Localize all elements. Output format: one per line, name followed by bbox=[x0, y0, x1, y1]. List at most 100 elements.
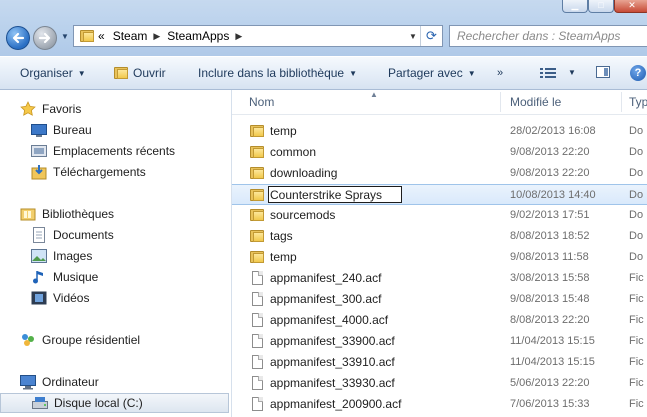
file-icon bbox=[249, 396, 265, 412]
folder-row[interactable]: tags 8/08/2013 18:52 Do bbox=[232, 226, 647, 247]
file-row[interactable]: appmanifest_33910.acf 11/04/2013 15:15 Fic bbox=[232, 352, 647, 373]
nav-item-desktop[interactable]: Bureau bbox=[0, 120, 92, 140]
nav-item-libraries[interactable]: Bibliothèques bbox=[0, 204, 114, 224]
nav-item-images[interactable]: Images bbox=[0, 246, 92, 266]
file-row[interactable]: appmanifest_240.acf 3/08/2013 15:58 Fic bbox=[232, 268, 647, 289]
homegroup-icon bbox=[20, 332, 36, 348]
open-button[interactable]: Ouvrir bbox=[114, 57, 166, 89]
minimize-button[interactable]: ▁ bbox=[562, 0, 588, 13]
folder-row[interactable]: temp 9/08/2013 11:58 Do bbox=[232, 247, 647, 268]
chevron-right-icon[interactable]: ▶ bbox=[153, 31, 160, 42]
nav-label: Bibliothèques bbox=[42, 207, 115, 221]
column-header-modified[interactable]: Modifié le bbox=[510, 90, 561, 114]
file-name: tags bbox=[270, 229, 293, 243]
column-divider[interactable] bbox=[500, 92, 501, 112]
recent-pages-button[interactable]: ▼ bbox=[60, 30, 70, 44]
folder-icon bbox=[249, 207, 265, 223]
file-icon bbox=[249, 291, 265, 307]
file-modified-date: 11/04/2013 15:15 bbox=[510, 356, 595, 368]
rename-input[interactable]: Counterstrike Sprays bbox=[268, 186, 402, 203]
include-label: Inclure dans la bibliothèque bbox=[198, 66, 345, 80]
breadcrumb-steam[interactable]: Steam bbox=[113, 29, 148, 43]
nav-label: Documents bbox=[53, 228, 114, 242]
file-modified-date: 3/08/2013 15:58 bbox=[510, 272, 590, 284]
file-icon bbox=[249, 270, 265, 286]
videos-icon bbox=[31, 290, 47, 306]
file-type: Fic bbox=[629, 314, 644, 326]
file-name: appmanifest_240.acf bbox=[270, 271, 382, 285]
file-modified-date: 7/06/2013 15:33 bbox=[510, 398, 590, 410]
forward-button[interactable] bbox=[33, 26, 57, 50]
nav-item-homegroup[interactable]: Groupe résidentiel bbox=[0, 330, 140, 350]
refresh-icon: ⟳ bbox=[426, 28, 437, 43]
search-input[interactable]: Rechercher dans : SteamApps bbox=[449, 25, 647, 47]
navigation-pane: Favoris Bureau Emplacements récents Télé… bbox=[0, 90, 232, 417]
recent-places-icon bbox=[31, 143, 47, 159]
column-divider[interactable] bbox=[621, 92, 622, 112]
open-folder-icon bbox=[114, 67, 128, 79]
folder-icon bbox=[249, 123, 265, 139]
file-row[interactable]: appmanifest_4000.acf 8/08/2013 22:20 Fic bbox=[232, 310, 647, 331]
file-list: ▲ Nom Modifié le Typ temp 28/02/2013 16:0… bbox=[232, 90, 647, 417]
preview-pane-button[interactable] bbox=[596, 66, 610, 78]
folder-row[interactable]: downloading 9/08/2013 22:20 Do bbox=[232, 163, 647, 184]
nav-item-downloads[interactable]: Téléchargements bbox=[0, 162, 146, 182]
refresh-button[interactable]: ⟳ bbox=[420, 26, 442, 46]
nav-item-favorites[interactable]: Favoris bbox=[0, 99, 81, 119]
folder-row[interactable]: common 9/08/2013 22:20 Do bbox=[232, 142, 647, 163]
file-type: Fic bbox=[629, 335, 644, 347]
chevron-down-icon: ▼ bbox=[409, 31, 417, 41]
nav-item-recent-places[interactable]: Emplacements récents bbox=[0, 141, 175, 161]
nav-item-documents[interactable]: Documents bbox=[0, 225, 114, 245]
arrow-right-icon bbox=[38, 32, 51, 44]
chevron-down-icon: ▼ bbox=[77, 69, 86, 78]
column-header-type[interactable]: Typ bbox=[629, 90, 647, 114]
open-label: Ouvrir bbox=[133, 66, 166, 80]
file-modified-date: 9/02/2013 17:51 bbox=[510, 209, 590, 221]
file-name: appmanifest_33900.acf bbox=[270, 334, 395, 348]
change-view-button[interactable]: ▼ bbox=[540, 57, 576, 89]
maximize-button[interactable]: □ bbox=[588, 0, 614, 13]
nav-item-videos[interactable]: Vidéos bbox=[0, 288, 89, 308]
file-name: appmanifest_33910.acf bbox=[270, 355, 395, 369]
back-button[interactable] bbox=[6, 26, 30, 50]
folder-icon bbox=[249, 165, 265, 181]
minimize-icon: ▁ bbox=[571, 0, 579, 10]
address-dropdown-button[interactable]: ▼ bbox=[406, 26, 420, 46]
help-button[interactable]: ? bbox=[630, 65, 646, 81]
breadcrumb-steamapps[interactable]: SteamApps bbox=[167, 29, 229, 43]
nav-item-local-disk[interactable]: Disque local (C:) bbox=[0, 393, 229, 413]
file-row[interactable]: appmanifest_33900.acf 11/04/2013 15:15 Fic bbox=[232, 331, 647, 352]
close-button[interactable]: ✕ bbox=[614, 0, 647, 13]
include-in-library-button[interactable]: Inclure dans la bibliothèque ▼ bbox=[198, 57, 357, 89]
share-with-button[interactable]: Partager avec ▼ bbox=[388, 57, 476, 89]
file-name: temp bbox=[270, 124, 297, 138]
folder-row[interactable]: sourcemods 9/02/2013 17:51 Do bbox=[232, 205, 647, 226]
file-name: appmanifest_33930.acf bbox=[270, 376, 395, 390]
nav-label: Bureau bbox=[53, 123, 92, 137]
file-icon bbox=[249, 375, 265, 391]
file-row[interactable]: appmanifest_33930.acf 5/06/2013 22:20 Fic bbox=[232, 373, 647, 394]
file-name: common bbox=[270, 145, 317, 159]
file-name: temp bbox=[270, 250, 297, 264]
folder-row[interactable]: temp 28/02/2013 16:08 Do bbox=[232, 121, 647, 142]
file-modified-date: 8/08/2013 22:20 bbox=[510, 314, 590, 326]
column-header-name[interactable]: Nom bbox=[249, 90, 274, 114]
file-modified-date: 9/08/2013 22:20 bbox=[510, 146, 590, 158]
file-row[interactable]: appmanifest_200900.acf 7/06/2013 15:33 Fic bbox=[232, 394, 647, 415]
breadcrumb-overflow[interactable]: « bbox=[98, 29, 105, 43]
file-modified-date: 9/08/2013 22:20 bbox=[510, 167, 590, 179]
file-type: Fic bbox=[629, 398, 644, 410]
address-bar[interactable]: « Steam ▶ SteamApps ▶ ▼ ⟳ bbox=[73, 25, 443, 47]
more-commands-button[interactable]: » bbox=[497, 57, 503, 89]
nav-item-music[interactable]: Musique bbox=[0, 267, 98, 287]
file-row[interactable]: appmanifest_300.acf 9/08/2013 15:48 Fic bbox=[232, 289, 647, 310]
chevron-down-icon: ▼ bbox=[568, 68, 576, 77]
folder-icon bbox=[249, 228, 265, 244]
organise-button[interactable]: Organiser ▼ bbox=[20, 57, 86, 89]
nav-item-computer[interactable]: Ordinateur bbox=[0, 372, 99, 392]
chevron-right-icon[interactable]: ▶ bbox=[235, 31, 242, 42]
file-type: Do bbox=[629, 230, 644, 242]
folder-row[interactable]: Counterstrike Sprays 10/08/2013 14:40 Do bbox=[232, 184, 647, 205]
images-icon bbox=[31, 248, 47, 264]
